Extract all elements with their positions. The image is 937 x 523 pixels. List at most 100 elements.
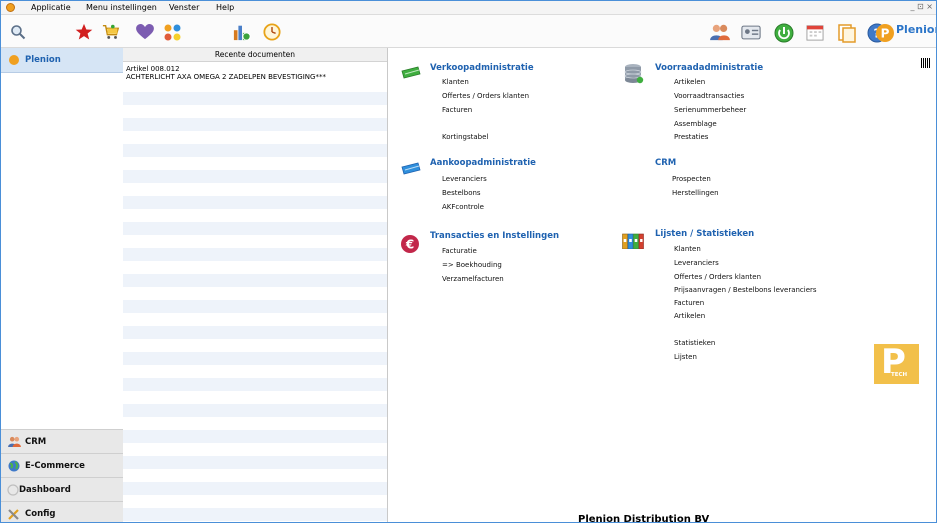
link-lijst-klanten[interactable]: Klanten xyxy=(674,245,701,253)
binders-icon xyxy=(622,233,644,251)
link-voorraadtransacties[interactable]: Voorraadtransacties xyxy=(674,92,744,100)
list-item xyxy=(123,352,387,365)
list-item xyxy=(123,222,387,235)
list-item xyxy=(123,118,387,131)
search-icon[interactable] xyxy=(10,24,26,40)
link-klanten[interactable]: Klanten xyxy=(442,78,469,86)
nav-label: Plenion xyxy=(25,55,61,65)
svg-text:€: € xyxy=(405,238,414,252)
menu-applicatie[interactable]: Applicatie xyxy=(31,2,71,13)
list-item xyxy=(123,92,387,105)
nav-item-dashboard[interactable]: Dashboard xyxy=(1,477,123,502)
clock-icon[interactable] xyxy=(263,23,281,41)
left-navigation: Plenion CRM E-Commerce Dashboard Config xyxy=(1,48,124,522)
link-bestelbons[interactable]: Bestelbons xyxy=(442,189,481,197)
section-title-voorraad[interactable]: Voorraadadministratie xyxy=(655,63,763,73)
nav-item-config[interactable]: Config xyxy=(1,501,123,522)
charts-icon[interactable] xyxy=(233,23,251,41)
list-item xyxy=(123,248,387,261)
link-herstellingen[interactable]: Herstellingen xyxy=(672,189,719,197)
database-icon xyxy=(624,63,644,87)
link-facturatie[interactable]: Facturatie xyxy=(442,247,477,255)
dashboard-icon xyxy=(7,484,19,498)
list-item xyxy=(123,508,387,521)
barcode-icon[interactable] xyxy=(921,58,931,68)
toolbar: ? P Plenion xyxy=(1,15,936,48)
money-icon xyxy=(401,66,421,82)
company-name: Plenion Distribution BV xyxy=(578,514,710,523)
link-kortingstabel[interactable]: Kortingstabel xyxy=(442,133,488,141)
nav-item-ecommerce[interactable]: E-Commerce xyxy=(1,453,123,478)
list-item xyxy=(123,456,387,469)
list-item xyxy=(123,430,387,443)
list-item xyxy=(123,404,387,417)
nav-label: CRM xyxy=(25,437,47,447)
users-icon[interactable] xyxy=(709,23,731,41)
list-item xyxy=(123,300,387,313)
cart-icon[interactable] xyxy=(102,23,120,41)
link-prospecten[interactable]: Prospecten xyxy=(672,175,711,183)
app-icon[interactable] xyxy=(6,3,15,12)
recent-documents-panel: Recente documenten Artikel 008.012 ACHTE… xyxy=(123,48,388,522)
dots-icon[interactable] xyxy=(163,23,183,43)
link-offertes-orders[interactable]: Offertes / Orders klanten xyxy=(442,92,529,100)
tools-icon xyxy=(8,508,20,522)
link-lijst-offertes-orders[interactable]: Offertes / Orders klanten xyxy=(674,273,761,281)
nav-item-plenion[interactable]: Plenion xyxy=(1,48,123,73)
plenion-logo-icon[interactable]: P xyxy=(875,23,895,43)
section-title-transacties[interactable]: Transacties en Instellingen xyxy=(430,231,559,241)
documents-icon[interactable] xyxy=(837,23,857,43)
recent-documents-header: Recente documenten xyxy=(123,48,387,62)
section-title-aankoop[interactable]: Aankoopadministratie xyxy=(430,158,536,168)
list-item xyxy=(123,274,387,287)
section-title-lijsten[interactable]: Lijsten / Statistieken xyxy=(655,229,754,239)
link-lijst-facturen[interactable]: Facturen xyxy=(674,299,704,307)
list-item xyxy=(123,326,387,339)
link-lijst-prijsaanvragen[interactable]: Prijsaanvragen / Bestelbons leveranciers xyxy=(674,286,817,294)
ptech-logo-text: TECH xyxy=(891,372,908,378)
link-artikelen[interactable]: Artikelen xyxy=(674,78,705,86)
plenion-icon xyxy=(9,55,19,65)
star-icon[interactable] xyxy=(75,23,93,41)
svg-text:P: P xyxy=(881,27,890,41)
link-boekhouding[interactable]: => Boekhouding xyxy=(442,261,502,269)
globe-icon xyxy=(8,460,20,474)
menu-instellingen[interactable]: Menu instellingen xyxy=(86,2,157,13)
list-item xyxy=(123,482,387,495)
link-lijst-artikelen[interactable]: Artikelen xyxy=(674,312,705,320)
money-out-icon xyxy=(401,162,421,178)
nav-label: Config xyxy=(25,509,56,519)
main-dashboard: Verkoopadministratie Klanten Offertes / … xyxy=(388,48,936,523)
crm-users-icon xyxy=(8,436,21,449)
window-controls[interactable]: _ ⊡ × xyxy=(911,2,934,11)
section-title-crm[interactable]: CRM xyxy=(655,158,676,168)
menu-help[interactable]: Help xyxy=(216,2,234,13)
brand-label: Plenion xyxy=(896,23,936,36)
menu-venster[interactable]: Venster xyxy=(169,2,199,13)
link-prestaties[interactable]: Prestaties xyxy=(674,133,708,141)
nav-label: E-Commerce xyxy=(25,461,85,471)
link-lijsten[interactable]: Lijsten xyxy=(674,353,697,361)
recent-doc-line1: Artikel 008.012 xyxy=(126,65,180,73)
nav-item-crm[interactable]: CRM xyxy=(1,429,123,454)
ptech-logo: P TECH xyxy=(874,342,919,384)
calendar-icon[interactable] xyxy=(806,24,824,41)
green-power-icon[interactable] xyxy=(774,23,794,43)
link-akfcontrole[interactable]: AKFcontrole xyxy=(442,203,484,211)
nav-label: Dashboard xyxy=(19,485,71,495)
link-verzamelfacturen[interactable]: Verzamelfacturen xyxy=(442,275,504,283)
link-leveranciers[interactable]: Leveranciers xyxy=(442,175,487,183)
link-lijst-leveranciers[interactable]: Leveranciers xyxy=(674,259,719,267)
recent-doc-line2: ACHTERLICHT AXA OMEGA 2 ZADELPEN BEVESTI… xyxy=(126,73,326,81)
list-item xyxy=(123,144,387,157)
link-facturen[interactable]: Facturen xyxy=(442,106,472,114)
list-item[interactable]: Artikel 008.012 ACHTERLICHT AXA OMEGA 2 … xyxy=(123,62,387,88)
id-card-icon[interactable] xyxy=(741,25,761,40)
link-assemblage[interactable]: Assemblage xyxy=(674,120,717,128)
menu-bar: Applicatie Menu instellingen Venster Hel… xyxy=(1,1,936,15)
heart-icon[interactable] xyxy=(136,24,154,40)
list-item xyxy=(123,170,387,183)
section-title-verkoop[interactable]: Verkoopadministratie xyxy=(430,63,534,73)
link-serienummerbeheer[interactable]: Serienummerbeheer xyxy=(674,106,746,114)
link-statistieken[interactable]: Statistieken xyxy=(674,339,715,347)
